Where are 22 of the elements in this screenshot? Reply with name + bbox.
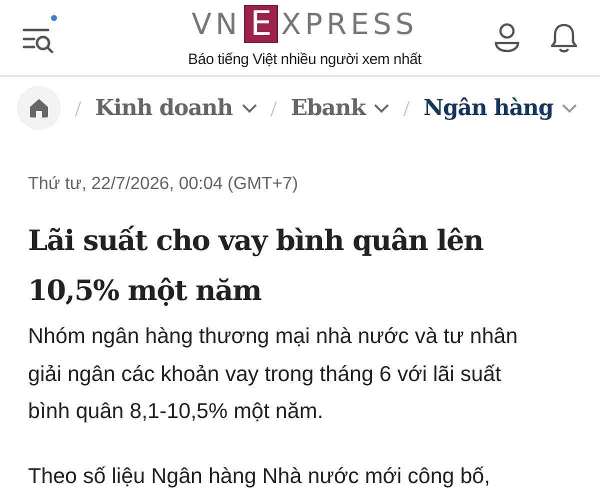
breadcrumb-link[interactable]: Kinh doanh bbox=[95, 92, 257, 124]
tagline: Báo tiếng Việt nhiều người xem nhất bbox=[188, 50, 422, 70]
breadcrumb-separator: / bbox=[403, 94, 410, 122]
menu-search-icon[interactable] bbox=[22, 26, 56, 52]
article-title: Lãi suất cho vay bình quân lên 10,5% một năm bbox=[28, 223, 484, 310]
breadcrumb-link[interactable]: Ngân hàng bbox=[423, 92, 578, 124]
home-icon bbox=[29, 98, 49, 118]
article-paragraph: Theo số liệu Ngân hàng Nhà nước mới công bố, bbox=[28, 462, 492, 490]
user-icon[interactable] bbox=[494, 22, 520, 52]
article-date: Thứ tư, 22/7/2026, 00:04 (GMT+7) bbox=[28, 172, 300, 195]
breadcrumb-separator: / bbox=[270, 94, 277, 122]
breadcrumb-link[interactable]: Ebank bbox=[290, 92, 390, 124]
logo-text: VN bbox=[192, 10, 242, 38]
bell-icon[interactable] bbox=[550, 22, 578, 52]
chevron-down-icon bbox=[562, 104, 578, 112]
home-button[interactable] bbox=[17, 86, 61, 130]
chevron-down-icon bbox=[242, 104, 257, 112]
breadcrumb-separator: / bbox=[75, 94, 82, 122]
article-lead: Nhóm ngân hàng thương mại nhà nước và tư nhân giải ngân các khoản vay trong tháng 6 với lãi suất bình quân 8,1-10,5% một năm. bbox=[28, 323, 519, 426]
logo-text: XPRESS bbox=[281, 10, 418, 38]
chevron-down-icon bbox=[374, 104, 390, 112]
logo-letter: E bbox=[244, 5, 278, 43]
